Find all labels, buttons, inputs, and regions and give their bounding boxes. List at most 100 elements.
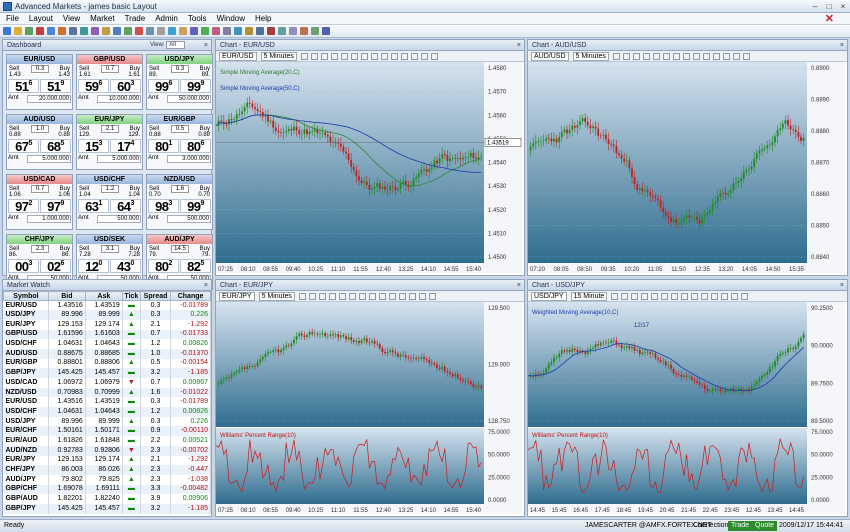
chart-tool-1-icon[interactable] — [310, 52, 318, 60]
chart-tool-0-icon[interactable] — [298, 292, 306, 300]
minimize-button[interactable]: – — [808, 1, 822, 12]
rate-tile[interactable]: GBP/USD Sell Buy 1.61 1.61 0.7 596 603 Amt 10.000… — [76, 54, 143, 110]
price-axis[interactable] — [807, 62, 845, 273]
rate-tile[interactable]: NZD/USD Sell Buy 0.70 0.70 1.6 983 999 Amt 500.00… — [146, 174, 213, 230]
tile-amount-input[interactable]: 500.000 — [97, 215, 141, 223]
toolbar-tool-17-icon[interactable] — [190, 27, 198, 35]
chart-tool-7-icon[interactable] — [681, 292, 689, 300]
chart-tool-6-icon[interactable] — [672, 52, 680, 60]
chart-tool-3-icon[interactable] — [642, 52, 650, 60]
menu-window[interactable]: Window — [217, 14, 245, 23]
chart-tool-5-icon[interactable] — [350, 52, 358, 60]
toolbar-tool-13-icon[interactable] — [146, 27, 154, 35]
oscillator-pane[interactable] — [216, 428, 484, 504]
table-row[interactable]: USD/JPY 89.996 89.999 ▲ 0.3 0.226 — [3, 310, 211, 320]
chart-tool-3-icon[interactable] — [330, 52, 338, 60]
rate-tile[interactable]: EUR/GBP Sell Buy 0.88 0.88 0.5 801 806 Amt 3.000.… — [146, 114, 213, 170]
symbol-select[interactable]: USD/JPY — [531, 291, 567, 301]
chart-tool-4-icon[interactable] — [338, 292, 346, 300]
market-watch-close-icon[interactable]: × — [204, 280, 208, 291]
table-row[interactable]: EUR/JPY 129.153 129.174 ▲ 2.1 -1.292 — [3, 319, 211, 330]
toolbar-tool-5-icon[interactable] — [58, 27, 66, 35]
interval-select[interactable]: 5 Minutes — [260, 51, 297, 61]
chart-tool-4-icon[interactable] — [340, 52, 348, 60]
chart-close-icon[interactable]: × — [517, 40, 521, 51]
maximize-button[interactable]: □ — [822, 1, 836, 12]
chart-tool-4-icon[interactable] — [651, 292, 659, 300]
sell-price-button[interactable]: 972 — [8, 199, 39, 214]
toolbar-tool-25-icon[interactable] — [278, 27, 286, 35]
table-row[interactable]: CHF/JPY 86.003 86.026 ▲ 2.3 -0.447 — [3, 465, 211, 475]
chart-tool-9-icon[interactable] — [702, 52, 710, 60]
buy-price-button[interactable]: 685 — [40, 139, 71, 154]
table-row[interactable]: USD/CHF 1.04631 1.04643 ▬ 1.2 0.00826 — [3, 407, 211, 417]
toolbar-tool-14-icon[interactable] — [157, 27, 165, 35]
toolbar-tool-8-icon[interactable] — [91, 27, 99, 35]
chart-tool-11-icon[interactable] — [408, 292, 416, 300]
close-button[interactable]: × — [836, 1, 850, 12]
table-row[interactable]: EUR/GBP 0.88801 0.88806 ▲ 0.5 -0.00154 — [3, 358, 211, 369]
chart-tool-7-icon[interactable] — [682, 52, 690, 60]
chart-tool-9-icon[interactable] — [390, 52, 398, 60]
chart-canvas[interactable]: 90.2500 90.0000 89.7500 89.5000 Weighted Mov… — [528, 302, 845, 514]
chart-tool-0-icon[interactable] — [300, 52, 308, 60]
menu-admin[interactable]: Admin — [155, 14, 178, 23]
dashboard-close-icon[interactable]: × — [204, 40, 208, 51]
chart-tool-4-icon[interactable] — [652, 52, 660, 60]
tile-amount-input[interactable]: 10.000.000 — [97, 95, 141, 103]
chart-tool-10-icon[interactable] — [400, 52, 408, 60]
symbol-select[interactable]: AUD/USD — [531, 51, 569, 61]
chart-tool-8-icon[interactable] — [380, 52, 388, 60]
interval-select[interactable]: 15 Minute — [570, 291, 608, 301]
chart-tool-5-icon[interactable] — [661, 292, 669, 300]
toolbar-tool-12-icon[interactable] — [135, 27, 143, 35]
price-axis[interactable] — [807, 302, 845, 514]
toolbar-tool-4-icon[interactable] — [47, 27, 55, 35]
table-row[interactable]: EUR/AUD 1.61826 1.61848 ▬ 2.2 0.00521 — [3, 436, 211, 446]
sell-price-button[interactable]: 153 — [78, 139, 109, 154]
toolbar-tool-3-icon[interactable] — [36, 27, 44, 35]
chart-tool-7-icon[interactable] — [368, 292, 376, 300]
chart-tool-2-icon[interactable] — [320, 52, 328, 60]
chart-usdjpy[interactable]: Chart - USD/JPY × USD/JPY 15 Minute 90.2500 9… — [527, 279, 848, 517]
chart-tool-6-icon[interactable] — [358, 292, 366, 300]
tile-amount-input[interactable]: 3.000.000 — [167, 155, 211, 163]
table-row[interactable]: GBP/CHF 1.69078 1.69111 ▬ 3.3 -0.00482 — [3, 484, 211, 495]
sell-price-button[interactable]: 983 — [148, 199, 179, 214]
table-row[interactable]: GBP/JPY 145.425 145.457 ▬ 3.2 -1.185 — [3, 503, 211, 514]
interval-select[interactable]: 5 Minutes — [572, 51, 609, 61]
chart-tool-0-icon[interactable] — [612, 52, 620, 60]
toolbar-tool-20-icon[interactable] — [223, 27, 231, 35]
chart-tool-3-icon[interactable] — [328, 292, 336, 300]
rate-tile[interactable]: EUR/JPY Sell Buy 129. 129. 2.1 153 174 Amt 5.000.… — [76, 114, 143, 170]
chart-tool-13-icon[interactable] — [428, 292, 436, 300]
chart-close-icon[interactable]: × — [840, 280, 844, 291]
chart-tool-1-icon[interactable] — [308, 292, 316, 300]
buy-price-button[interactable]: 603 — [110, 79, 141, 94]
table-row[interactable]: GBP/USD 1.61596 1.61603 ▬ 0.7 -0.01733 — [3, 329, 211, 340]
chart-tool-8-icon[interactable] — [378, 292, 386, 300]
chart-tool-2-icon[interactable] — [318, 292, 326, 300]
chart-tool-6-icon[interactable] — [360, 52, 368, 60]
chart-tool-11-icon[interactable] — [410, 52, 418, 60]
tile-amount-input[interactable]: 500.000 — [167, 215, 211, 223]
toolbar-tool-29-icon[interactable] — [322, 27, 330, 35]
table-row[interactable]: GBP/JPY 145.425 145.457 ▬ 3.2 -1.185 — [3, 368, 211, 378]
toolbar-tool-16-icon[interactable] — [179, 27, 187, 35]
buy-price-button[interactable]: 999 — [180, 199, 211, 214]
toolbar-tool-0-icon[interactable] — [3, 27, 11, 35]
chart-tool-9-icon[interactable] — [701, 292, 709, 300]
chart-tool-0-icon[interactable] — [611, 292, 619, 300]
menu-view[interactable]: View — [63, 14, 80, 23]
chart-tool-12-icon[interactable] — [420, 52, 428, 60]
buy-price-button[interactable]: 806 — [180, 139, 211, 154]
chart-tool-13-icon[interactable] — [741, 292, 749, 300]
column-header-ask[interactable]: Ask — [84, 291, 123, 301]
table-row[interactable]: GBP/AUD 1.82201 1.82240 ▬ 3.9 0.00906 — [3, 494, 211, 504]
toolbar-tool-11-icon[interactable] — [124, 27, 132, 35]
tile-amount-input[interactable]: 50.000.000 — [167, 95, 211, 103]
buy-price-button[interactable]: 825 — [180, 259, 211, 274]
column-header-symbol[interactable]: Symbol — [3, 291, 49, 301]
chart-canvas[interactable]: 1.45801.45701.45601.45501.45401.45301.45… — [216, 62, 522, 273]
table-row[interactable]: USD/CHF 1.04631 1.04643 ▬ 1.2 0.00826 — [3, 339, 211, 349]
